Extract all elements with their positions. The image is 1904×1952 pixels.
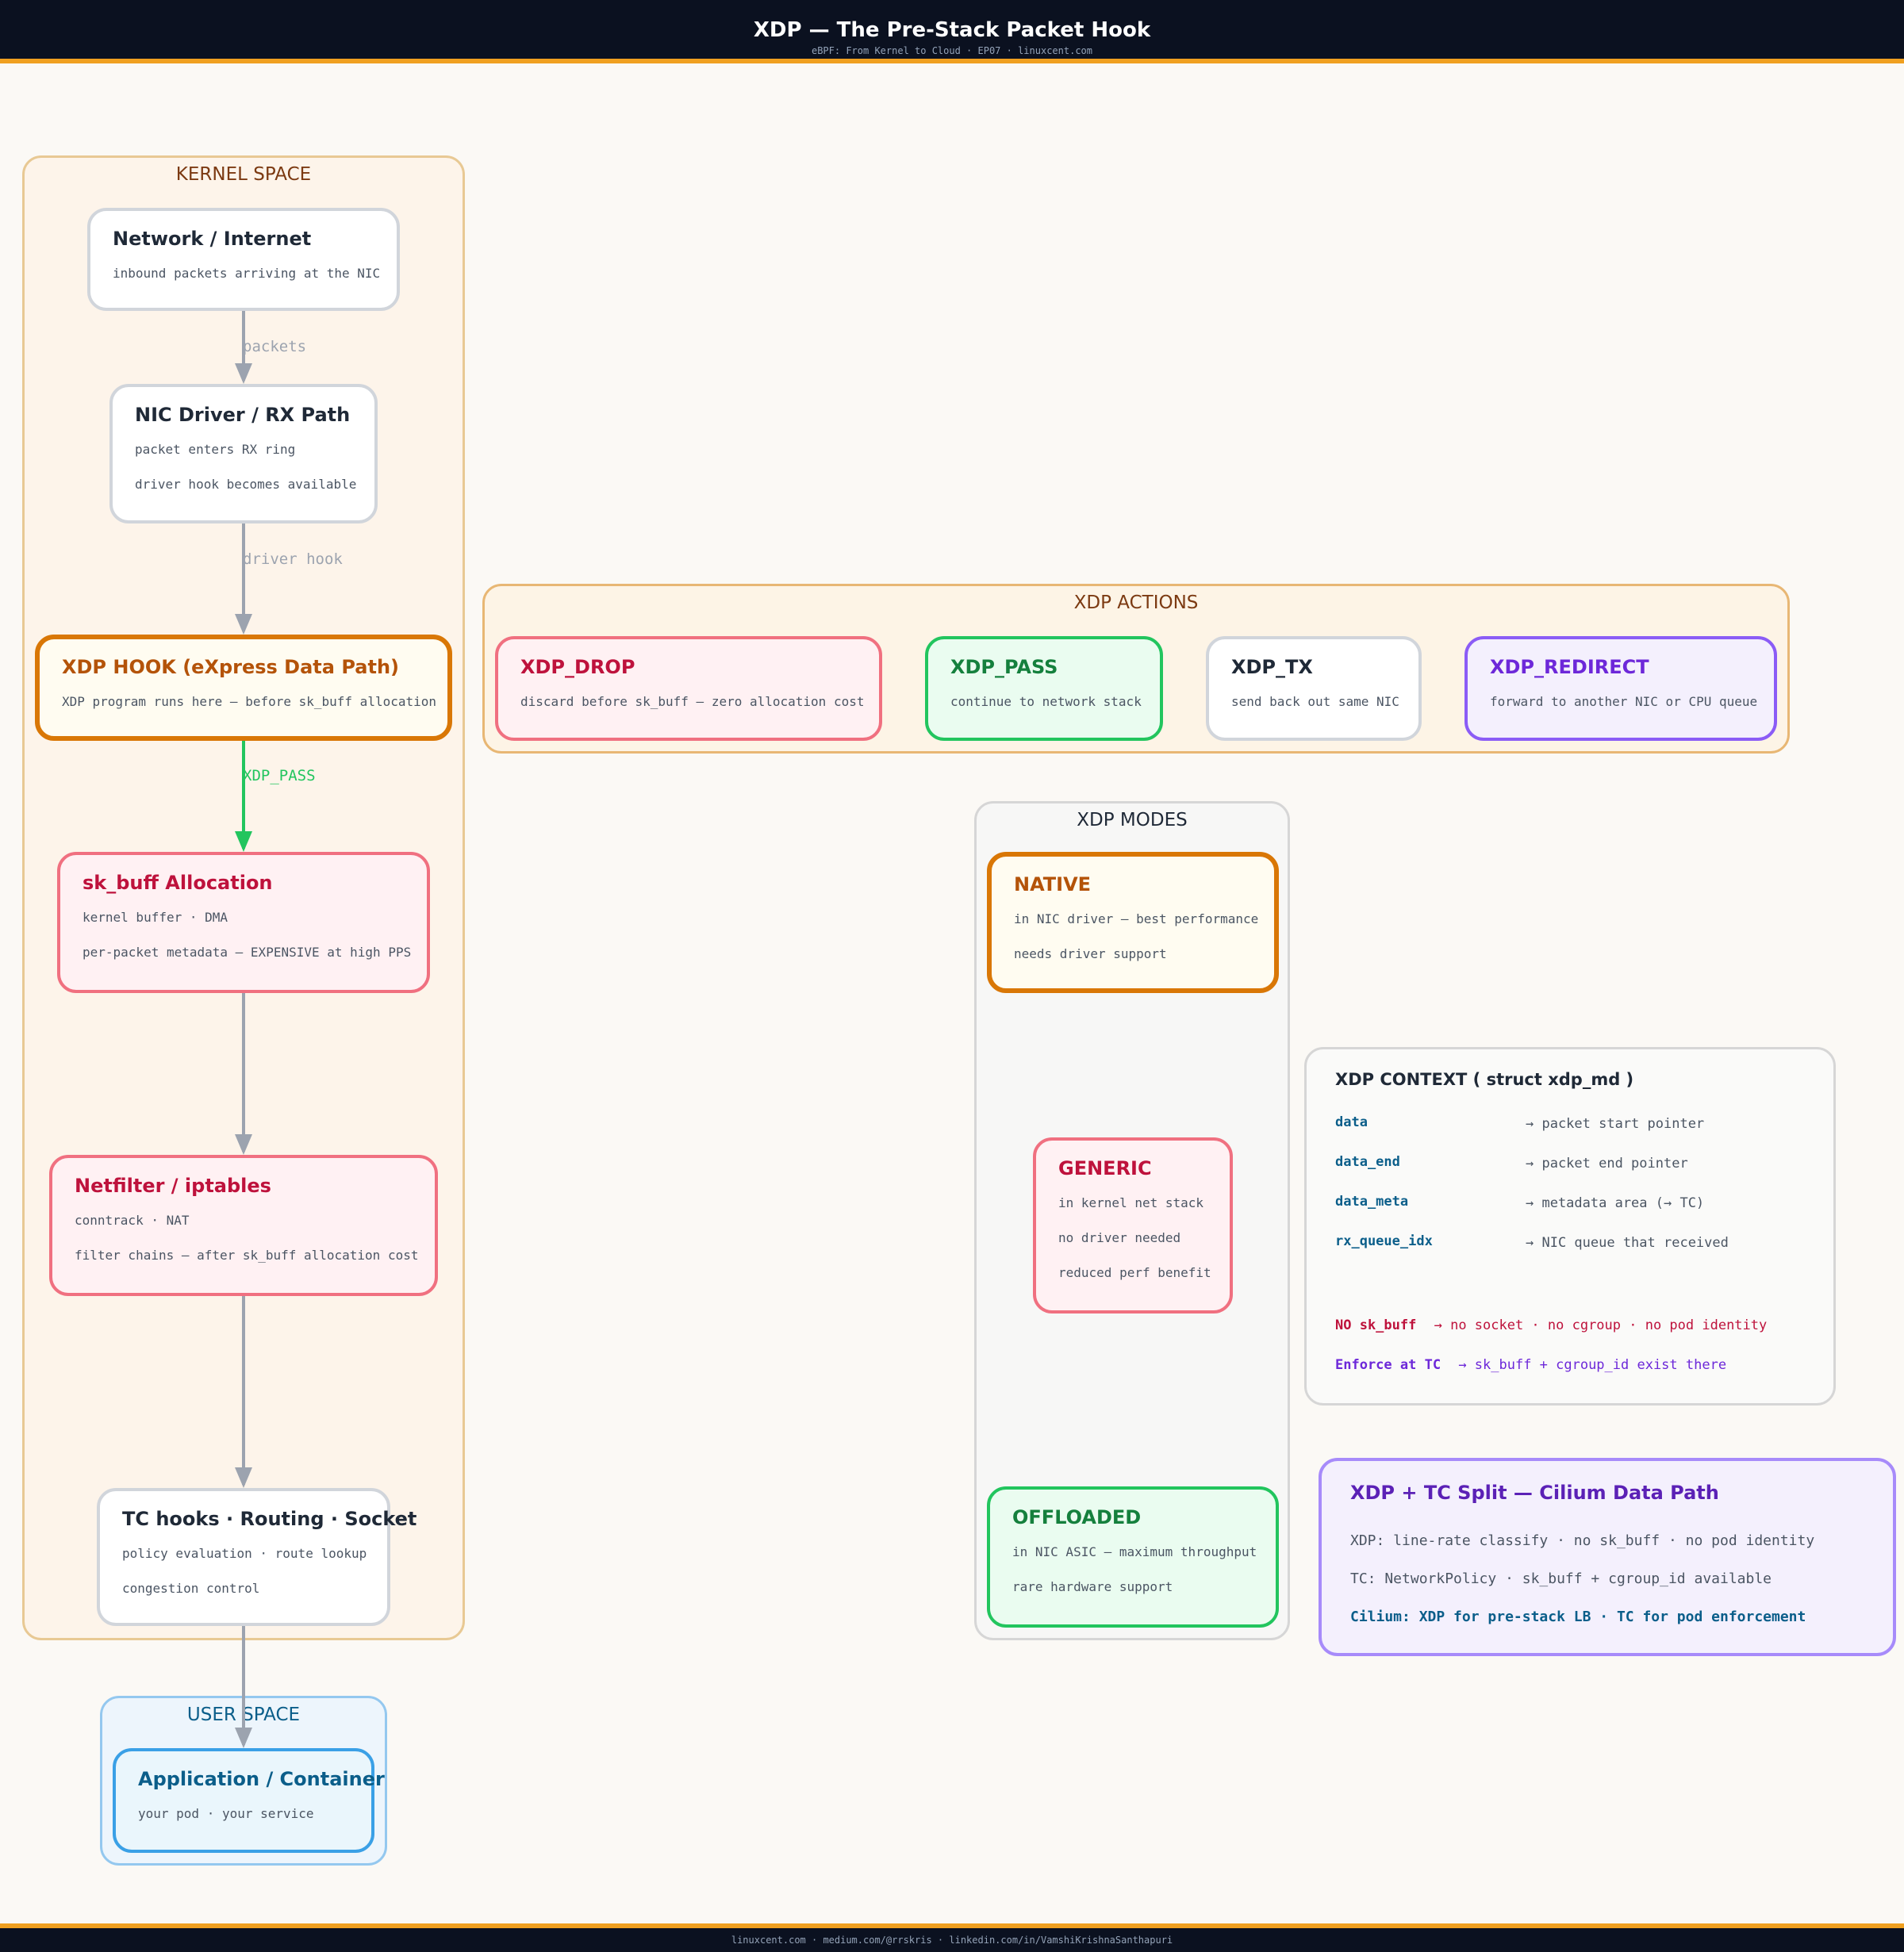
node-desc: in kernel net stack	[1058, 1195, 1204, 1210]
node-desc: XDP program runs here — before sk_buff a…	[62, 694, 437, 709]
edge-label-driver-hook: driver hook	[243, 550, 343, 568]
split-line-cilium: Cilium: XDP for pre-stack LB · TC for po…	[1350, 1609, 1806, 1625]
note-key: Enforce at TC	[1335, 1357, 1441, 1373]
xdp-context-title: XDP CONTEXT ( struct xdp_md )	[1335, 1070, 1634, 1089]
xdp-tc-split-panel: XDP + TC Split — Cilium Data Path XDP: l…	[1319, 1458, 1896, 1656]
node-desc: per-packet metadata — EXPENSIVE at high …	[83, 945, 412, 960]
footer-bar: linuxcent.com · medium.com/@rrskris · li…	[0, 1923, 1904, 1952]
xdp-tc-split-title: XDP + TC Split — Cilium Data Path	[1350, 1482, 1719, 1504]
context-field-desc: → packet start pointer	[1526, 1116, 1705, 1132]
split-line-tc: TC: NetworkPolicy · sk_buff + cgroup_id …	[1350, 1570, 1772, 1587]
node-mode-generic: GENERIC in kernel net stack no driver ne…	[1033, 1137, 1233, 1313]
context-field-desc: → NIC queue that received	[1526, 1235, 1729, 1251]
footer-links: linuxcent.com · medium.com/@rrskris · li…	[731, 1935, 1173, 1946]
edge-xdp-to-skbuff	[235, 741, 252, 852]
node-desc: no driver needed	[1058, 1230, 1181, 1245]
context-note-enforce-tc: Enforce at TC → sk_buff + cgroup_id exis…	[1335, 1357, 1726, 1373]
node-desc: driver hook becomes available	[135, 477, 357, 492]
node-title: XDP_DROP	[520, 656, 635, 678]
node-desc: policy evaluation · route lookup	[122, 1546, 367, 1561]
node-title: NATIVE	[1014, 873, 1092, 895]
node-desc: in NIC ASIC — maximum throughput	[1012, 1544, 1257, 1559]
node-title: Network / Internet	[113, 228, 312, 250]
node-desc: forward to another NIC or CPU queue	[1490, 694, 1758, 709]
node-title: GENERIC	[1058, 1157, 1152, 1179]
node-network-internet: Network / Internet inbound packets arriv…	[87, 208, 400, 311]
node-desc: in NIC driver — best performance	[1014, 911, 1259, 926]
note-key: NO sk_buff	[1335, 1317, 1417, 1333]
edge-label-xdp-pass: XDP_PASS	[243, 767, 316, 784]
xdp-context-panel: XDP CONTEXT ( struct xdp_md ) data → pac…	[1304, 1047, 1836, 1406]
split-line-xdp: XDP: line-rate classify · no sk_buff · n…	[1350, 1532, 1815, 1549]
context-field-name: data	[1335, 1114, 1368, 1130]
node-xdp-hook: XDP HOOK (eXpress Data Path) XDP program…	[35, 635, 452, 741]
context-field-name: data_end	[1335, 1154, 1400, 1170]
node-xdp-redirect: XDP_REDIRECT forward to another NIC or C…	[1464, 636, 1777, 741]
node-title: XDP_REDIRECT	[1490, 656, 1649, 678]
context-field-name: rx_queue_idx	[1335, 1233, 1433, 1249]
node-desc: conntrack · NAT	[75, 1213, 190, 1228]
node-desc: filter chains — after sk_buff allocation…	[75, 1248, 419, 1263]
node-desc: your pod · your service	[138, 1806, 314, 1821]
edge-tc-to-application	[235, 1626, 252, 1748]
edge-nic-to-xdp	[235, 523, 252, 635]
node-xdp-tx: XDP_TX send back out same NIC	[1206, 636, 1422, 741]
node-desc: packet enters RX ring	[135, 442, 296, 457]
node-xdp-pass: XDP_PASS continue to network stack	[925, 636, 1163, 741]
note-rest: → no socket · no cgroup · no pod identit…	[1434, 1317, 1768, 1333]
node-mode-native: NATIVE in NIC driver — best performance …	[987, 852, 1279, 993]
node-mode-offloaded: OFFLOADED in NIC ASIC — maximum throughp…	[987, 1486, 1279, 1628]
node-desc: inbound packets arriving at the NIC	[113, 266, 381, 281]
node-title: XDP_PASS	[950, 656, 1058, 678]
context-note-no-skbuff: NO sk_buff → no socket · no cgroup · no …	[1335, 1317, 1767, 1333]
node-desc: reduced perf benefit	[1058, 1265, 1211, 1280]
node-nic-driver: NIC Driver / RX Path packet enters RX ri…	[109, 384, 378, 523]
node-title: TC hooks · Routing · Socket	[122, 1508, 417, 1530]
node-skbuff-allocation: sk_buff Allocation kernel buffer · DMA p…	[57, 852, 430, 993]
node-desc: congestion control	[122, 1581, 260, 1596]
node-tc-hooks: TC hooks · Routing · Socket policy evalu…	[97, 1488, 416, 1626]
context-field-desc: → packet end pointer	[1526, 1156, 1688, 1172]
node-title: sk_buff Allocation	[83, 872, 273, 894]
node-title: XDP_TX	[1231, 656, 1313, 678]
node-title: Netfilter / iptables	[75, 1175, 271, 1197]
node-application-container: Application / Container your pod · your …	[113, 1748, 385, 1853]
note-rest: → sk_buff + cgroup_id exist there	[1458, 1357, 1727, 1373]
context-field-name: data_meta	[1335, 1194, 1409, 1210]
node-xdp-drop: XDP_DROP discard before sk_buff — zero a…	[495, 636, 882, 741]
node-desc: send back out same NIC	[1231, 694, 1399, 709]
node-title: Application / Container	[138, 1768, 385, 1790]
node-desc: rare hardware support	[1012, 1579, 1173, 1594]
edge-netfilter-to-tc	[235, 1296, 252, 1488]
edge-label-packets: packets	[243, 338, 307, 355]
node-netfilter-iptables: Netfilter / iptables conntrack · NAT fil…	[49, 1155, 438, 1296]
context-field-desc: → metadata area (→ TC)	[1526, 1195, 1705, 1211]
node-desc: needs driver support	[1014, 946, 1167, 961]
edge-skbuff-to-netfilter	[235, 993, 252, 1155]
node-title: NIC Driver / RX Path	[135, 404, 351, 426]
node-desc: discard before sk_buff — zero allocation…	[520, 694, 865, 709]
node-title: XDP HOOK (eXpress Data Path)	[62, 656, 399, 678]
node-title: OFFLOADED	[1012, 1506, 1142, 1528]
node-desc: continue to network stack	[950, 694, 1142, 709]
node-desc: kernel buffer · DMA	[83, 910, 228, 925]
